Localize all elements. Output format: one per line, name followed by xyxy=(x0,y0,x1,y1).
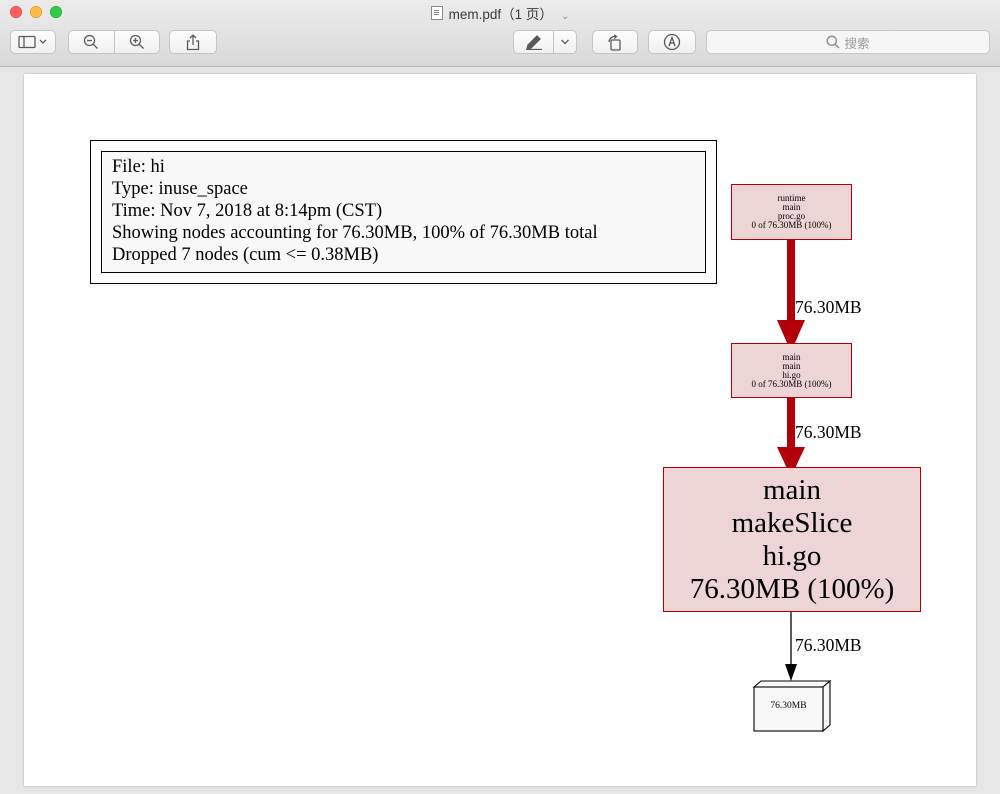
pen-icon xyxy=(525,35,542,50)
node-line: 76.30MB (100%) xyxy=(689,572,895,605)
node-line: makeSlice xyxy=(731,506,853,539)
legend-file: File: hi xyxy=(112,157,165,177)
sidebar-icon xyxy=(18,35,47,49)
annotate-icon xyxy=(663,33,681,51)
sidebar-toggle-button[interactable] xyxy=(10,30,56,54)
legend-showing: Showing nodes accounting for 76.30MB, 10… xyxy=(112,223,598,243)
edge-label: 76.30MB xyxy=(795,635,862,655)
zoom-in-button[interactable] xyxy=(115,34,160,50)
node-line: main xyxy=(763,473,821,506)
node-line: hi.go xyxy=(762,539,822,572)
rotate-button[interactable] xyxy=(592,30,638,54)
pdf-doc-icon xyxy=(430,6,443,20)
markup-button[interactable] xyxy=(514,34,553,50)
edge-runtime-main-to-main-main xyxy=(777,240,805,352)
node-line: 0 of 76.30MB (100%) xyxy=(751,220,832,230)
zoom-control xyxy=(68,30,160,54)
annotate-button[interactable] xyxy=(648,30,696,54)
window-title: mem.pdf（1 页） xyxy=(448,7,553,22)
window-toolbar: mem.pdf（1 页） ⌄ 搜索 xyxy=(0,0,1000,67)
pdf-page[interactable]: File: hi Type: inuse_space Time: Nov 7, … xyxy=(24,74,976,786)
legend-dropped: Dropped 7 nodes (cum <= 0.38MB) xyxy=(112,245,379,265)
rotate-icon xyxy=(608,33,621,51)
share-icon xyxy=(186,33,200,50)
markup-control xyxy=(513,30,577,54)
zoom-out-button[interactable] xyxy=(69,34,114,50)
markup-menu-button[interactable] xyxy=(554,38,576,46)
node-main-main[interactable]: main main hi.go 0 of 76.30MB (100%) xyxy=(731,343,852,398)
search-placeholder: 搜索 xyxy=(844,35,870,51)
search-field[interactable]: 搜索 xyxy=(706,30,990,54)
profile-legend-inner: File: hi Type: inuse_space Time: Nov 7, … xyxy=(101,151,706,273)
share-button[interactable] xyxy=(169,30,217,54)
edge-label: 76.30MB xyxy=(795,422,862,442)
node-make-slice[interactable]: main makeSlice hi.go 76.30MB (100%) xyxy=(663,467,921,612)
chevron-down-icon[interactable]: ⌄ xyxy=(561,11,569,22)
node-runtime-main[interactable]: runtime main proc.go 0 of 76.30MB (100%) xyxy=(731,184,852,240)
chevron-down-icon xyxy=(561,39,569,45)
node-line: 0 of 76.30MB (100%) xyxy=(751,378,832,389)
window-title-area[interactable]: mem.pdf（1 页） ⌄ xyxy=(0,3,1000,23)
legend-time: Time: Nov 7, 2018 at 8:14pm (CST) xyxy=(112,201,383,221)
profile-legend: File: hi Type: inuse_space Time: Nov 7, … xyxy=(90,140,717,284)
edge-label: 76.30MB xyxy=(795,297,862,317)
zoom-in-icon xyxy=(129,34,144,49)
legend-type: Type: inuse_space xyxy=(112,179,248,199)
zoom-out-icon xyxy=(84,34,99,49)
search-icon xyxy=(826,35,840,49)
alloc-box-label[interactable]: 76.30MB xyxy=(754,701,823,711)
